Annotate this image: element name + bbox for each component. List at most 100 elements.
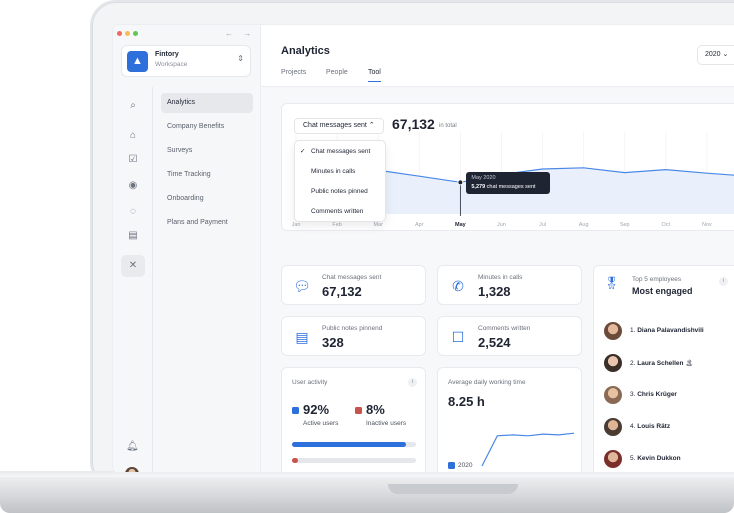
employee-name-text: Diana Palavandishvili	[637, 327, 704, 334]
active-progress-fill	[292, 442, 407, 447]
sidebar-item-company-benefits[interactable]: Company Benefits	[161, 117, 253, 137]
stat-card-calls[interactable]: ✆ Minutes in calls 1,328	[437, 265, 582, 305]
minimize-dot[interactable]	[125, 31, 130, 36]
bell-icon[interactable]: 🔔︎	[126, 441, 139, 452]
stat-label: Public notes pinnend	[322, 325, 383, 332]
card-subtitle: Most engaged	[632, 286, 693, 296]
top-employees-card: 🎖︎ Top 5 employees Most engaged i 1. Dia…	[593, 265, 734, 472]
tab-projects[interactable]: Projects	[281, 69, 306, 76]
note-icon: ▤	[295, 329, 309, 345]
employee-rank: 5.	[630, 455, 636, 462]
x-tick-label: Oct	[662, 222, 671, 228]
active-label: Active users	[303, 420, 339, 427]
tab-tool[interactable]: Tool	[368, 69, 381, 82]
x-tick-label: Sep	[620, 222, 630, 228]
stat-card-notes[interactable]: ▤ Public notes pinnend 328	[281, 316, 426, 356]
tab-people[interactable]: People	[326, 69, 348, 76]
employee-row[interactable]: 1. Diana Palavandishvili	[604, 322, 734, 342]
chart-tooltip: May 2020 5,279 chat messages sent	[466, 172, 551, 195]
employee-rank: 1.	[630, 327, 636, 334]
chat-icon[interactable]: ◌	[126, 205, 140, 219]
sidebar-item-surveys[interactable]: Surveys	[161, 141, 253, 161]
employee-row[interactable]: 4. Louis Rätz	[604, 418, 734, 438]
sidebar-item-time-tracking[interactable]: Time Tracking	[161, 165, 253, 185]
workspace-switcher[interactable]: ▲ Fintory Workspace ⇕	[121, 45, 251, 77]
page-header: Analytics Projects People Tool 2020 ⌄	[261, 25, 734, 87]
dropdown-option-notes[interactable]: Public notes pinned	[295, 182, 387, 202]
dropdown-option-comments[interactable]: Comments written	[295, 202, 387, 222]
search-icon[interactable]: ⌕	[126, 99, 140, 113]
sidebar-menu: Analytics Company Benefits Surveys Time …	[153, 87, 261, 472]
tooltip-value-line: 5,279 chat messages sent	[471, 184, 535, 190]
tooltip-date: May 2020	[471, 175, 496, 182]
x-tick-label: Jan	[292, 222, 301, 228]
employee-name: 4. Louis Rätz	[630, 423, 670, 430]
inactive-progress-fill	[292, 458, 299, 463]
sidebar-item-onboarding[interactable]: Onboarding	[161, 189, 253, 209]
x-tick-label: Feb	[332, 222, 341, 228]
employee-avatar	[604, 418, 622, 436]
maximize-dot[interactable]	[133, 31, 138, 36]
icon-rail: ⌕ ⌂ ☑ ◉ ◌ ▤ ✕ 🔔︎	[113, 87, 153, 472]
sidebar-item-plans-and-payment[interactable]: Plans and Payment	[161, 213, 253, 233]
document-icon[interactable]: ▤	[126, 229, 140, 243]
messages-chart-card: JanFebMarAprMayJunJulAugSepOctNovDec Cha…	[281, 103, 734, 231]
active-progress-bar	[292, 442, 416, 447]
chevron-updown-icon: ⇕	[237, 54, 244, 63]
legend-swatch	[448, 462, 455, 469]
metric-select[interactable]: Chat messages sent ⌃	[294, 118, 384, 134]
employee-name-text: Chris Krüger	[637, 391, 677, 398]
stat-card-chat[interactable]: 💬︎ Chat messages sent 67,132	[281, 265, 426, 305]
metric-dropdown: ✓ Chat messages sent Minutes in calls Pu…	[294, 140, 386, 222]
dropdown-option-minutes[interactable]: Minutes in calls	[295, 162, 387, 182]
chat-bubble-icon: 💬︎	[293, 278, 311, 294]
dropdown-option-chat[interactable]: ✓ Chat messages sent	[295, 142, 387, 162]
info-icon[interactable]: i	[719, 277, 728, 286]
employee-name-text: Laura Schellen	[637, 360, 684, 367]
inactive-swatch	[355, 407, 362, 414]
workspace-logo-icon: ▲	[127, 51, 148, 72]
inactive-percent: 8%	[366, 402, 385, 417]
working-time-sparkline	[481, 432, 575, 467]
highlight-point[interactable]	[457, 179, 464, 186]
employee-row[interactable]: 3. Chris Krüger	[604, 386, 734, 406]
home-icon[interactable]: ⌂	[126, 129, 140, 143]
dropdown-option-label: Chat messages sent	[311, 148, 371, 155]
user-activity-card: User activity i 92% Active users 8% Inac…	[281, 367, 426, 472]
year-select[interactable]: 2020 ⌄	[697, 45, 734, 65]
employee-name: 2. Laura Schellen 🏝	[630, 359, 694, 367]
user-icon[interactable]: ◉	[126, 179, 140, 193]
working-time-card: Average daily working time 8.25 h 2020	[437, 367, 582, 472]
info-icon[interactable]: i	[408, 378, 417, 387]
x-tick-label: Mar	[373, 222, 383, 228]
x-tick-label: Aug	[579, 222, 589, 228]
stat-value: 1,328	[478, 284, 511, 299]
employee-row[interactable]: 2. Laura Schellen 🏝	[604, 354, 734, 374]
nav-arrows[interactable]: ← →	[225, 29, 255, 38]
active-swatch	[292, 407, 299, 414]
check-icon[interactable]: ☑	[126, 153, 140, 167]
employee-avatar	[604, 450, 622, 468]
stat-label: Minutes in calls	[478, 274, 523, 281]
stat-value: 328	[322, 335, 344, 350]
close-dot[interactable]	[117, 31, 122, 36]
legend-label: 2020	[458, 462, 473, 469]
workspace-name: Fintory	[155, 51, 179, 58]
tooltip-value: 5,279	[471, 184, 486, 191]
employee-row[interactable]: 5. Kevin Dukkon	[604, 450, 734, 470]
tools-icon[interactable]: ✕	[121, 255, 145, 277]
stat-value: 67,132	[322, 284, 362, 299]
user-avatar[interactable]	[125, 467, 139, 472]
tooltip-text: chat messages sent	[486, 184, 536, 191]
card-title: Top 5 employees	[632, 276, 682, 283]
employee-name-text: Kevin Dukkon	[637, 455, 681, 462]
inactive-label: Inactive users	[366, 420, 407, 427]
employee-name: 1. Diana Palavandishvili	[630, 327, 704, 334]
stat-label: Comments written	[478, 325, 531, 332]
employee-name-text: Louis Rätz	[637, 423, 671, 430]
sidebar-item-analytics[interactable]: Analytics	[161, 93, 253, 113]
employee-rank: 3.	[630, 391, 636, 398]
stat-card-comments[interactable]: ☐ Comments written 2,524	[437, 316, 582, 356]
total-value: 67,132	[392, 116, 435, 132]
workspace-subtitle: Workspace	[155, 61, 188, 68]
